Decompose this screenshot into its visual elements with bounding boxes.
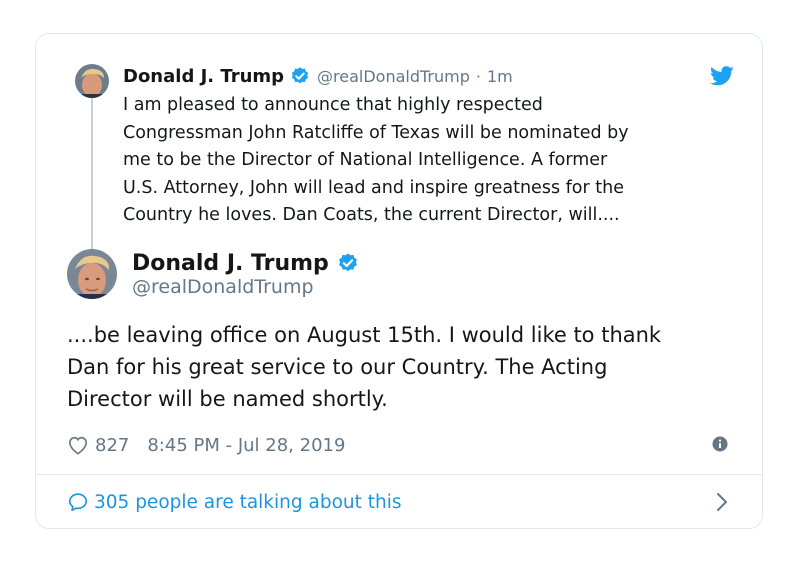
main-author-avatar[interactable] — [67, 249, 117, 299]
main-author-handle[interactable]: @realDonaldTrump — [132, 276, 314, 298]
parent-text-line: U.S. Attorney, John will lead and inspir… — [123, 177, 624, 198]
info-icon[interactable] — [712, 436, 728, 452]
parent-text-line: Country he loves. Dan Coats, the current… — [123, 205, 620, 226]
main-text-line: Dan for his great service to our Country… — [67, 355, 608, 379]
parent-author-avatar[interactable] — [75, 64, 109, 98]
tweet-meta-row: 827 8:45 PM - Jul 28, 2019 — [67, 432, 345, 458]
speech-bubble-icon — [68, 493, 88, 512]
talking-count-text[interactable]: 305 people are talking about this — [94, 492, 402, 513]
verified-badge-icon — [291, 67, 309, 84]
parent-text-line: Congressman John Ratcliffe of Texas will… — [123, 122, 629, 143]
parent-text-line: I am pleased to announce that highly res… — [123, 95, 543, 115]
tweet-timestamp[interactable]: 8:45 PM - Jul 28, 2019 — [147, 435, 345, 456]
parent-tweet-header: Donald J. Trump @realDonaldTrump · 1m — [123, 64, 513, 88]
conversation-link[interactable]: 305 people are talking about this — [67, 489, 402, 515]
heart-icon[interactable] — [67, 435, 89, 455]
tweet-embed-card: Donald J. Trump @realDonaldTrump · 1m I … — [35, 33, 763, 529]
main-tweet-header: Donald J. Trump — [132, 248, 359, 278]
parent-author-handle[interactable]: @realDonaldTrump — [317, 67, 470, 86]
parent-tweet-time[interactable]: 1m — [487, 67, 513, 86]
verified-badge-icon — [338, 253, 357, 272]
card-divider — [36, 474, 762, 475]
header-separator: · — [475, 66, 481, 86]
main-tweet-text: ....be leaving office on August 15th. I … — [67, 319, 747, 415]
chevron-right-icon[interactable] — [716, 492, 728, 512]
parent-text-line: me to be the Director of National Intell… — [123, 150, 608, 171]
main-text-line: Director will be named shortly. — [67, 387, 388, 411]
main-text-line: ....be leaving office on August 15th. I … — [67, 323, 662, 347]
main-author-name[interactable]: Donald J. Trump — [132, 251, 329, 276]
parent-author-name[interactable]: Donald J. Trump — [123, 66, 284, 87]
parent-tweet-text: I am pleased to announce that highly res… — [123, 92, 743, 230]
twitter-bird-icon[interactable] — [710, 65, 734, 87]
like-count[interactable]: 827 — [95, 435, 129, 456]
